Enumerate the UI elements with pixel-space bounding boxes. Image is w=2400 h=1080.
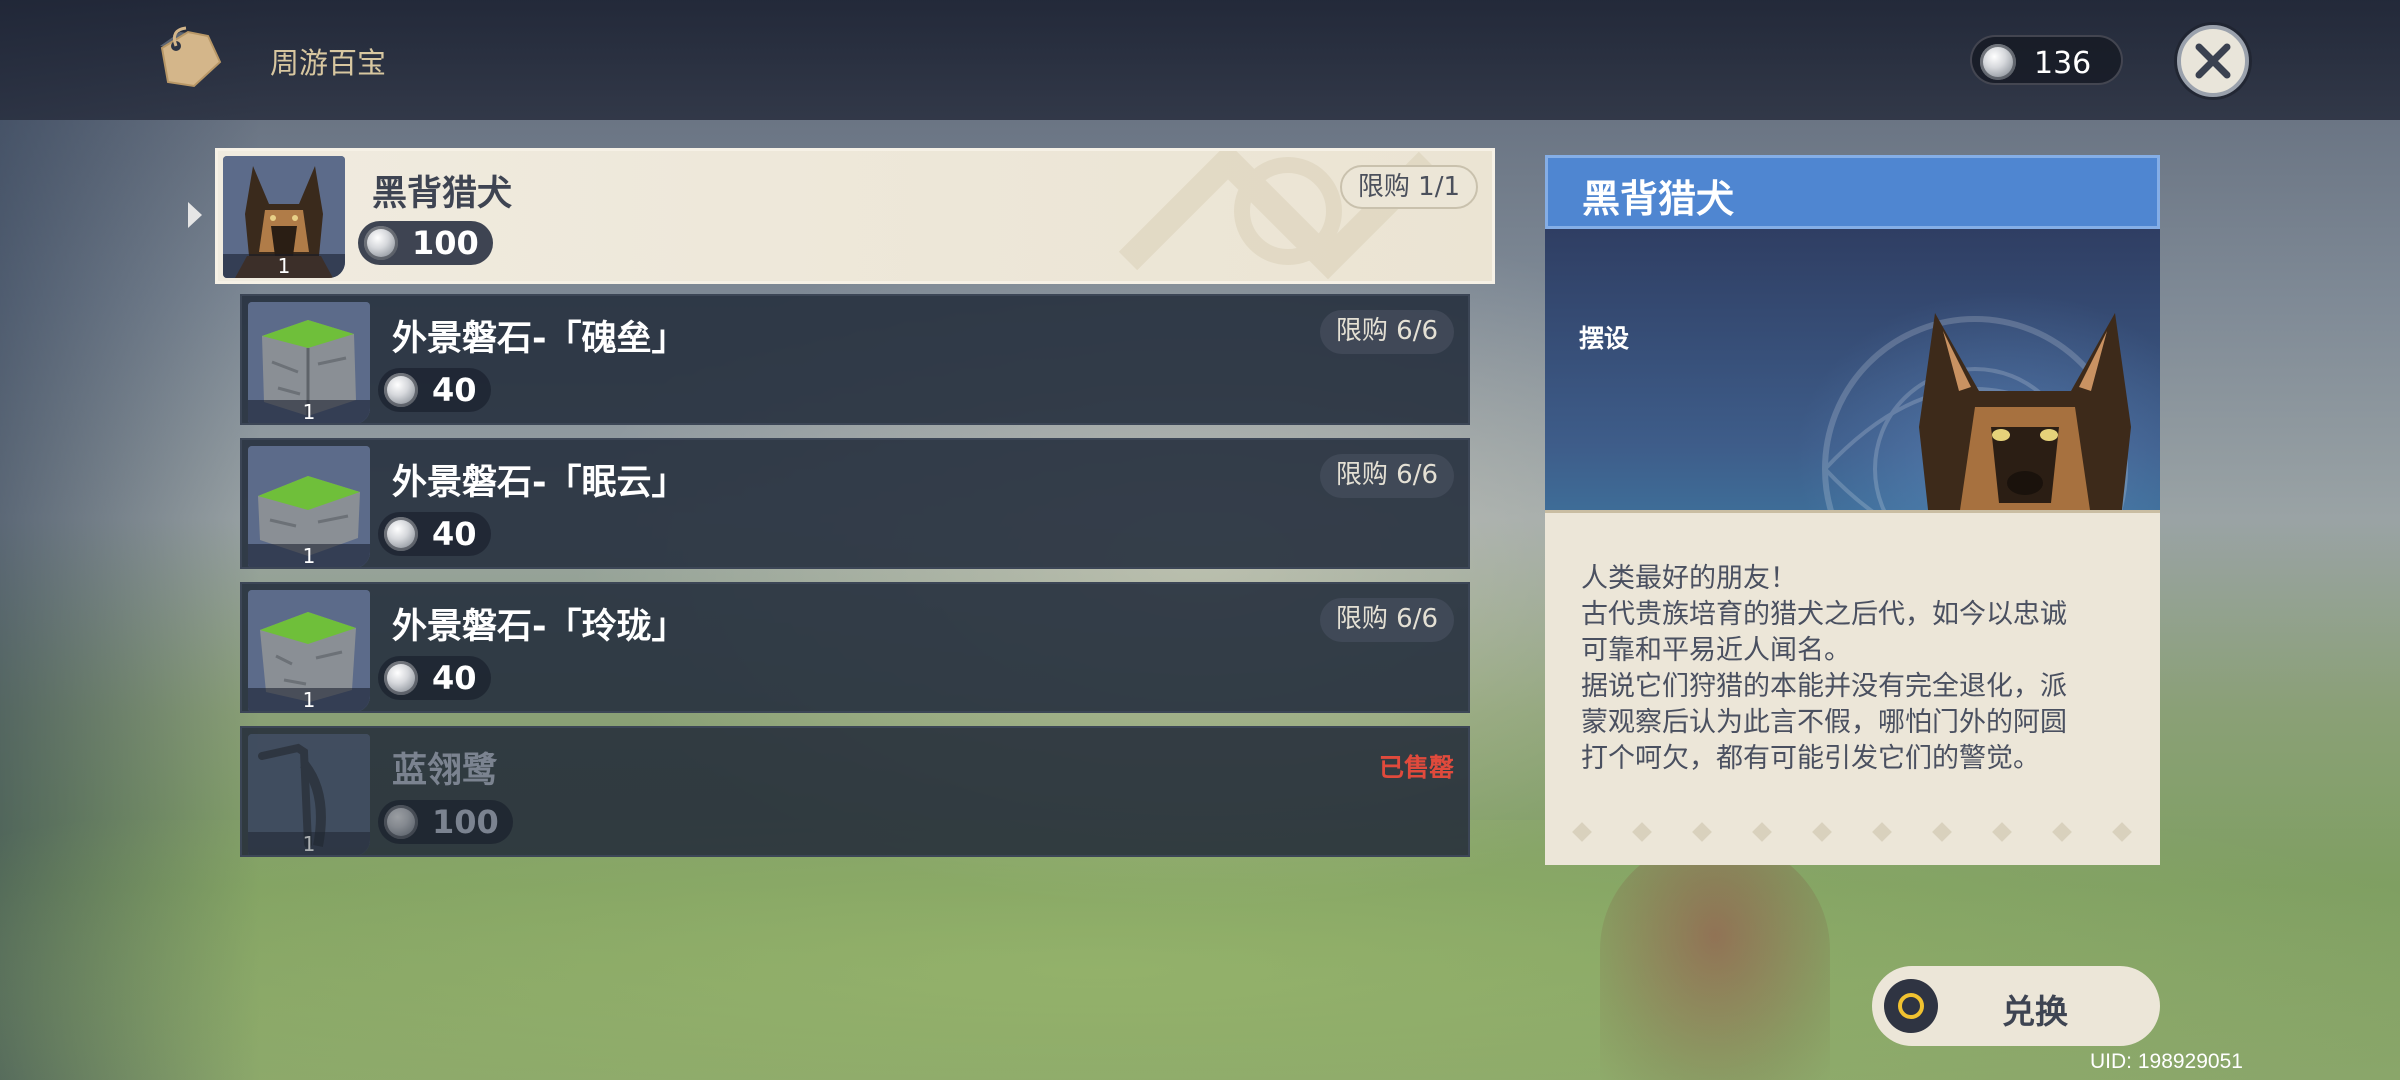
purchase-limit-badge: 限购 6/6	[1319, 310, 1454, 354]
mora-coin-icon	[384, 661, 418, 695]
price-value: 40	[432, 659, 477, 697]
price-value: 100	[432, 803, 499, 841]
price-value: 40	[432, 515, 477, 553]
item-name: 外景磐石-「眠云」	[392, 463, 687, 503]
purchase-limit-badge: 限购 6/6	[1319, 598, 1454, 642]
price-value: 100	[412, 224, 479, 262]
item-quantity: 1	[223, 254, 345, 278]
shop-item-1[interactable]: 1 外景磐石-「磈垒」 40 限购 6/6	[240, 294, 1470, 425]
item-quantity: 1	[248, 688, 370, 711]
item-quantity: 1	[248, 544, 370, 567]
currency-amount: 136	[2034, 46, 2092, 81]
mora-coin-icon	[1980, 44, 2016, 80]
item-price: 40	[378, 368, 491, 412]
item-name: 外景磐石-「磈垒」	[392, 319, 687, 359]
description-line: 据说它们狩猎的本能并没有完全退化，派	[1581, 671, 2067, 702]
close-button[interactable]	[2177, 25, 2249, 97]
price-tag-icon	[160, 26, 222, 88]
detail-header: 黑背猎犬	[1545, 155, 2160, 229]
description-line: 古代贵族培育的猎犬之后代，如今以忠诚	[1581, 599, 2067, 630]
item-thumbnail: 1	[248, 446, 370, 567]
selection-arrow-icon	[188, 202, 202, 228]
item-detail-panel: 黑背猎犬 摆设 ★★★ 人类最好的朋友！ 古代贵族培育的猎犬之后代，如今以忠诚 …	[1545, 155, 2160, 865]
purchase-limit-badge: 限购 1/1	[1339, 165, 1478, 209]
description-line: 可靠和平易近人闻名。	[1581, 635, 1851, 666]
item-name: 蓝翎鹭	[392, 751, 498, 791]
shop-item-2[interactable]: 1 外景磐石-「眠云」 40 限购 6/6	[240, 438, 1470, 569]
close-icon	[2195, 43, 2231, 79]
detail-description: 人类最好的朋友！ 古代贵族培育的猎犬之后代，如今以忠诚 可靠和平易近人闻名。 据…	[1545, 510, 2160, 865]
description-line: 打个呵欠，都有可能引发它们的警觉。	[1581, 743, 2040, 774]
detail-category: 摆设	[1579, 324, 1630, 353]
shop-item-4[interactable]: 1 蓝翎鹭 100 已售罄	[240, 726, 1470, 857]
shop-item-0[interactable]: 1 黑背猎犬 100 限购 1/1	[215, 148, 1495, 284]
description-line: 蒙观察后认为此言不假，哪怕门外的阿圆	[1581, 707, 2067, 738]
item-name: 外景磐石-「玲珑」	[392, 607, 687, 647]
item-thumbnail: 1	[248, 734, 370, 855]
item-quantity: 1	[248, 832, 370, 855]
decorative-border	[1572, 822, 2132, 842]
player-uid: UID: 198929051	[2090, 1050, 2243, 1073]
detail-title: 黑背猎犬	[1582, 177, 1735, 221]
shop-item-3[interactable]: 1 外景磐石-「玲珑」 40 限购 6/6	[240, 582, 1470, 713]
mora-coin-icon	[384, 805, 418, 839]
item-name: 黑背猎犬	[372, 174, 513, 214]
description-line: 人类最好的朋友！	[1581, 563, 1797, 594]
sold-out-label: 已售罄	[1378, 753, 1454, 782]
mora-coin-icon	[364, 226, 398, 260]
item-price: 100	[378, 800, 513, 844]
price-value: 40	[432, 371, 477, 409]
item-price: 40	[378, 656, 491, 700]
currency-display: 136	[1970, 35, 2123, 85]
item-price: 40	[378, 512, 491, 556]
mora-coin-icon	[384, 373, 418, 407]
item-thumbnail: 1	[223, 156, 345, 278]
mora-coin-icon	[384, 517, 418, 551]
top-bar: 周游百宝 136	[0, 0, 2400, 120]
shop-title: 周游百宝	[270, 46, 387, 80]
item-thumbnail: 1	[248, 590, 370, 711]
purchase-limit-badge: 限购 6/6	[1319, 454, 1454, 498]
item-thumbnail: 1	[248, 302, 370, 423]
exchange-label: 兑换	[2002, 992, 2068, 1031]
confirm-circle-icon	[1884, 979, 1938, 1033]
item-quantity: 1	[248, 400, 370, 423]
item-price: 100	[358, 221, 493, 265]
exchange-button[interactable]: 兑换	[1872, 966, 2160, 1046]
background-character	[1600, 840, 1830, 1080]
